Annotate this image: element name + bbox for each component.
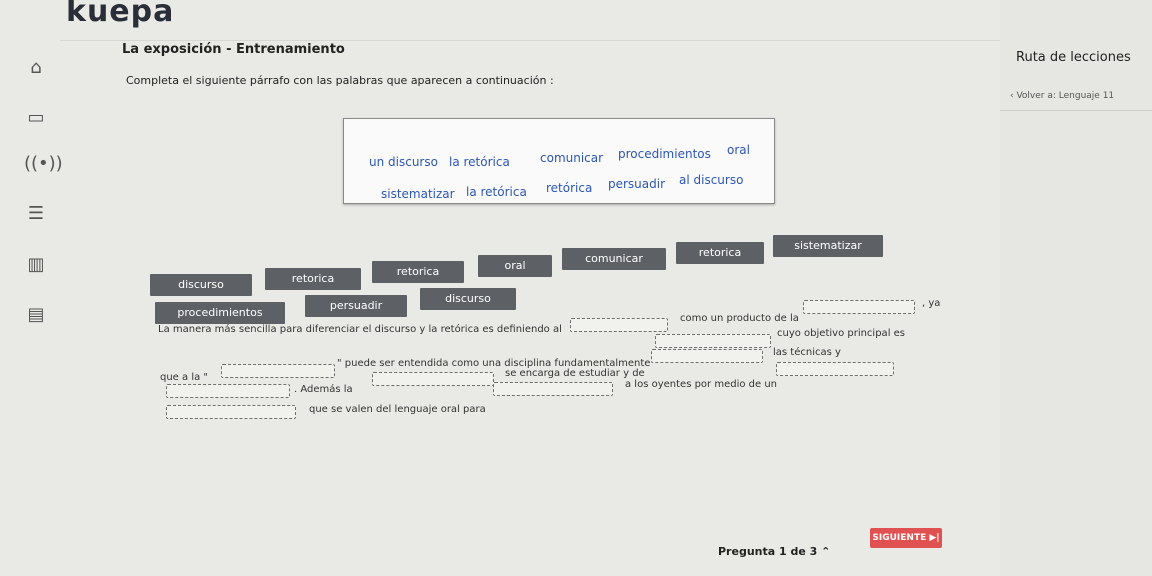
option-chip[interactable]: discurso xyxy=(420,288,516,310)
word-bank-item: comunicar xyxy=(540,151,604,165)
lesson-title: La exposición - Entrenamiento xyxy=(122,42,345,57)
sentence-text: que a la " xyxy=(160,372,209,383)
word-bank-item: sistematizar xyxy=(381,187,455,201)
instruction-text: Completa el siguiente párrafo con las pa… xyxy=(126,74,554,87)
drop-blank[interactable] xyxy=(803,300,915,314)
word-bank-item: al discurso xyxy=(679,173,744,187)
back-link-label: Volver a: Lenguaje 11 xyxy=(1016,91,1115,101)
app-logo: kuepa xyxy=(66,0,175,29)
sentence-text: las técnicas y xyxy=(773,347,841,358)
sentence-text: . Además la xyxy=(294,384,353,395)
question-counter-label: Pregunta 1 de 3 xyxy=(718,545,818,558)
chevron-up-icon: ⌃ xyxy=(821,545,831,558)
word-bank-item: la retórica xyxy=(466,185,527,199)
option-chip[interactable]: persuadir xyxy=(305,295,407,317)
option-chip[interactable]: discurso xyxy=(150,274,252,296)
drop-blank[interactable] xyxy=(776,362,894,376)
option-chip[interactable]: procedimientos xyxy=(155,302,285,324)
word-bank-item: la retórica xyxy=(449,155,510,169)
broadcast-icon[interactable]: ((•)) xyxy=(24,152,63,176)
option-chip[interactable]: oral xyxy=(478,255,552,277)
word-bank-item: oral xyxy=(727,143,750,157)
option-chip[interactable]: comunicar xyxy=(562,248,666,270)
sentence-text: a los oyentes por medio de un xyxy=(625,379,778,390)
word-bank-item: persuadir xyxy=(608,177,666,191)
list-icon[interactable]: ☰ xyxy=(24,202,48,226)
option-chip[interactable]: retorica xyxy=(265,268,361,290)
sentence-text: como un producto de la xyxy=(680,313,799,324)
lessons-panel-divider xyxy=(1000,110,1152,111)
lessons-panel-title: Ruta de lecciones xyxy=(1016,50,1131,65)
sentence-text: se encarga de estudiar y de xyxy=(505,368,645,379)
sentence-text: La manera más sencilla para diferenciar … xyxy=(158,324,562,335)
chart-icon[interactable]: ▥ xyxy=(24,253,48,277)
word-bank-item: procedimientos xyxy=(618,147,711,161)
option-chip[interactable]: retorica xyxy=(372,261,464,283)
lessons-panel xyxy=(1000,0,1152,576)
drop-blank[interactable] xyxy=(570,318,668,332)
home-icon[interactable]: ⌂ xyxy=(24,56,48,80)
calendar-icon[interactable]: ▭ xyxy=(24,106,48,130)
sentence-text: , ya xyxy=(922,298,941,309)
word-bank-item: retórica xyxy=(546,181,593,195)
drop-blank[interactable] xyxy=(166,405,296,419)
sentence-text: que se valen del lenguaje oral para xyxy=(309,404,486,415)
note-icon[interactable]: ▤ xyxy=(24,303,48,327)
option-chip[interactable]: retorica xyxy=(676,242,764,264)
drop-blank[interactable] xyxy=(221,364,335,378)
drop-blank[interactable] xyxy=(493,382,613,396)
option-chip[interactable]: sistematizar xyxy=(773,235,883,257)
sentence-text: cuyo objetivo principal es xyxy=(777,328,906,339)
drop-blank[interactable] xyxy=(166,384,290,398)
next-button[interactable]: SIGUIENTE ▶| xyxy=(870,528,942,548)
drop-blank[interactable] xyxy=(651,349,763,363)
header-divider xyxy=(60,40,1152,41)
drop-blank[interactable] xyxy=(372,372,494,386)
question-counter[interactable]: Pregunta 1 de 3 ⌃ xyxy=(718,545,830,558)
word-bank-item: un discurso xyxy=(369,155,438,169)
back-link[interactable]: ‹ Volver a: Lenguaje 11 xyxy=(1010,91,1114,101)
drop-blank[interactable] xyxy=(655,334,771,348)
word-bank: un discurso la retórica comunicar proced… xyxy=(343,118,775,204)
